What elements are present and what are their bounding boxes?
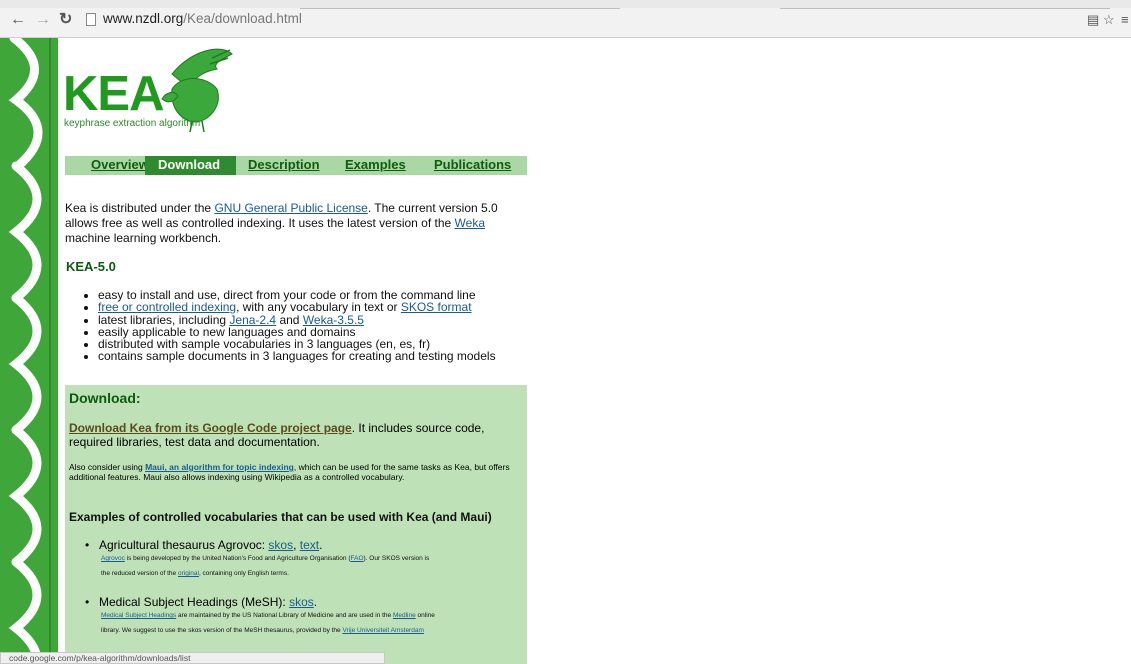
vocab-description: Agrovoc is being developed by the United… (101, 552, 429, 565)
menu-icon[interactable]: ≡ (1121, 12, 1129, 27)
vocabularies-heading: Examples of controlled vocabularies that… (69, 510, 492, 524)
url-text[interactable]: www.nzdl.org/Kea/download.html (103, 11, 302, 26)
url-path: /Kea/download.html (183, 11, 302, 26)
nav-description[interactable]: Description (248, 157, 320, 172)
browser-tab[interactable] (300, 0, 620, 9)
url-host: www.nzdl.org (103, 11, 184, 26)
vocab-heading: Agricultural thesaurus Agrovoc: skos, te… (99, 538, 322, 552)
vocab-description: the reduced version of the original, con… (101, 567, 289, 580)
vine-pattern-icon (8, 38, 51, 664)
nav-publications[interactable]: Publications (434, 157, 511, 172)
browser-tab[interactable] (780, 0, 1110, 9)
agrovoc-text-link[interactable]: text (300, 538, 319, 552)
desc-text: is being developed by the United Nation'… (124, 555, 351, 562)
translate-icon[interactable]: ▤ (1087, 12, 1099, 28)
nav-download-label: Download (158, 157, 221, 172)
status-bar: code.google.com/p/kea-algorithm/download… (0, 652, 385, 664)
maui-paragraph: Also consider using Maui, an algorithm f… (69, 462, 525, 482)
download-title: Download: (69, 390, 141, 406)
vocab-heading: Medical Subject Headings (MeSH): skos. (99, 595, 317, 609)
nav-download[interactable]: Download (145, 156, 236, 175)
period: . (319, 538, 323, 552)
original-link[interactable]: original (178, 570, 199, 577)
logo-title: KEA (63, 67, 164, 121)
desc-text: , containing only English terms. (198, 570, 289, 577)
agrovoc-skos-link[interactable]: skos (268, 538, 293, 552)
medline-link[interactable]: Medline (393, 612, 416, 619)
bullet-icon: • (85, 595, 90, 609)
maui-text: Also consider using (69, 462, 146, 472)
reload-icon[interactable]: ↻ (59, 12, 72, 28)
skos-format-link[interactable]: SKOS format (401, 300, 472, 314)
separator: , (293, 538, 300, 552)
vocab-description: Medical Subject Headings are maintained … (101, 609, 435, 622)
weka-link[interactable]: Weka (455, 216, 485, 230)
google-code-download-link[interactable]: Download Kea from its Google Code projec… (69, 421, 352, 435)
desc-text: online (415, 612, 435, 619)
maui-link[interactable]: Maui, an algorithm for topic indexing (145, 462, 294, 472)
vocab-name: Medical Subject Headings (MeSH): (99, 595, 290, 609)
gpl-link[interactable]: GNU General Public License (214, 201, 367, 215)
vocab-name: Agricultural thesaurus Agrovoc: (99, 538, 269, 552)
page-icon (86, 13, 96, 26)
kea50-heading: KEA-5.0 (66, 259, 116, 274)
feature-list: easy to install and use, direct from you… (65, 289, 496, 363)
mesh-skos-link[interactable]: skos (289, 595, 314, 609)
back-arrow-icon[interactable]: ← (10, 12, 26, 28)
forward-arrow-icon[interactable]: → (35, 12, 51, 28)
mesh-link[interactable]: Medical Subject Headings (101, 612, 176, 619)
bullet-icon: • (85, 538, 90, 552)
intro-text: Kea is distributed under the (65, 201, 215, 215)
decorative-vine-strip (0, 38, 58, 664)
fao-link[interactable]: FAO (351, 555, 364, 562)
nav-examples[interactable]: Examples (345, 157, 406, 172)
download-box: Download: Download Kea from its Google C… (65, 385, 527, 664)
desc-text: the reduced version of the (101, 570, 178, 577)
browser-toolbar: ← → ↻ www.nzdl.org/Kea/download.html ▤ ☆… (0, 0, 1131, 38)
logo-subtitle: keyphrase extraction algorithm (64, 118, 201, 129)
desc-text: library. We suggest to use the skos vers… (101, 627, 343, 634)
desc-text: ). Our SKOS version is (363, 555, 430, 562)
list-item: contains sample documents in 3 languages… (98, 350, 496, 362)
nav-overview[interactable]: Overview (91, 157, 149, 172)
list-item-text: contains sample documents in 3 languages… (98, 349, 496, 364)
intro-paragraph: Kea is distributed under the GNU General… (65, 201, 527, 246)
download-paragraph: Download Kea from its Google Code projec… (69, 421, 519, 449)
main-nav: Overview Download Description Examples P… (65, 156, 527, 175)
vu-amsterdam-link[interactable]: Vrije Universiteit Amsterdam (342, 627, 423, 634)
desc-text: are maintained by the US National Librar… (176, 612, 393, 619)
period: . (313, 595, 318, 609)
star-icon[interactable]: ☆ (1103, 12, 1115, 28)
vocab-description: library. We suggest to use the skos vers… (101, 624, 424, 637)
agrovoc-link[interactable]: Agrovoc (101, 555, 125, 562)
intro-text: machine learning workbench. (65, 231, 222, 245)
